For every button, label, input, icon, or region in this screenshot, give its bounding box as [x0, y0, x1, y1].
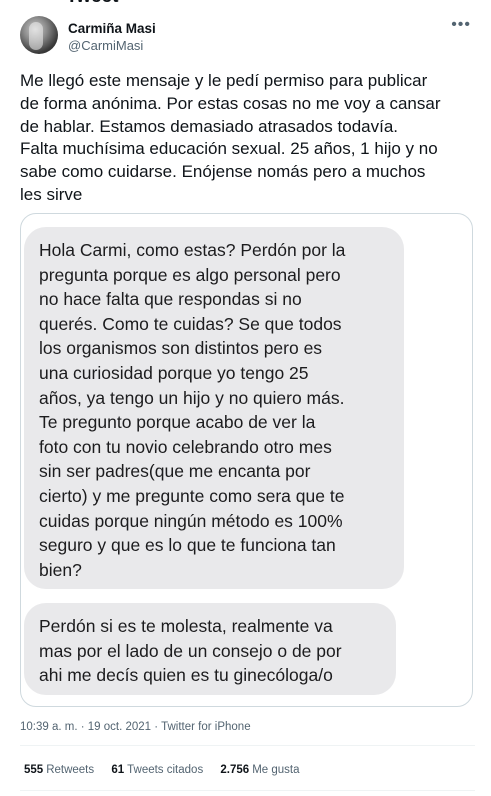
retweets-count: 555	[24, 764, 44, 776]
retweets-stat[interactable]: 555 Retweets	[24, 764, 94, 776]
message-bubble: Perdón si es te molesta, realmente va ma…	[24, 603, 396, 695]
likes-count: 2.756	[220, 764, 250, 776]
meta-separator: ·	[77, 721, 88, 733]
tweet-text: Me llegó este mensaje y le pedí permiso …	[20, 71, 441, 204]
divider	[20, 790, 475, 791]
author-handle[interactable]: @CarmiMasi	[68, 38, 143, 53]
retweets-label: Retweets	[46, 764, 95, 776]
quotes-stat[interactable]: 61 Tweets citados	[111, 764, 203, 776]
avatar[interactable]	[20, 16, 58, 54]
tweet-timestamp-line: 10:39 a. m. · 19 oct. 2021 · Twitter for…	[20, 721, 251, 733]
likes-stat[interactable]: 2.756 Me gusta	[220, 764, 299, 776]
tweet-author: Carmiña Masi @CarmiMasi •••	[20, 16, 475, 60]
tweet-date[interactable]: 19 oct. 2021	[88, 721, 151, 733]
meta-separator: ·	[151, 721, 162, 733]
quotes-count: 61	[111, 764, 125, 776]
divider	[20, 745, 475, 746]
tweet-stats: 555 Retweets 61 Tweets citados 2.756 Me gus…	[24, 764, 314, 776]
more-horizontal-icon[interactable]: •••	[451, 17, 471, 33]
tweet-media-image[interactable]: Hola Carmi, como estas? Perdón por la pr…	[20, 213, 473, 707]
author-display-name[interactable]: Carmiña Masi	[68, 21, 156, 36]
quotes-label: Tweets citados	[127, 764, 204, 776]
likes-label: Me gusta	[252, 764, 300, 776]
tweet-time[interactable]: 10:39 a. m.	[20, 721, 78, 733]
tweet-source[interactable]: Twitter for iPhone	[161, 721, 250, 733]
message-bubble: Hola Carmi, como estas? Perdón por la pr…	[24, 227, 404, 589]
page-title: Tweet	[66, 0, 118, 8]
